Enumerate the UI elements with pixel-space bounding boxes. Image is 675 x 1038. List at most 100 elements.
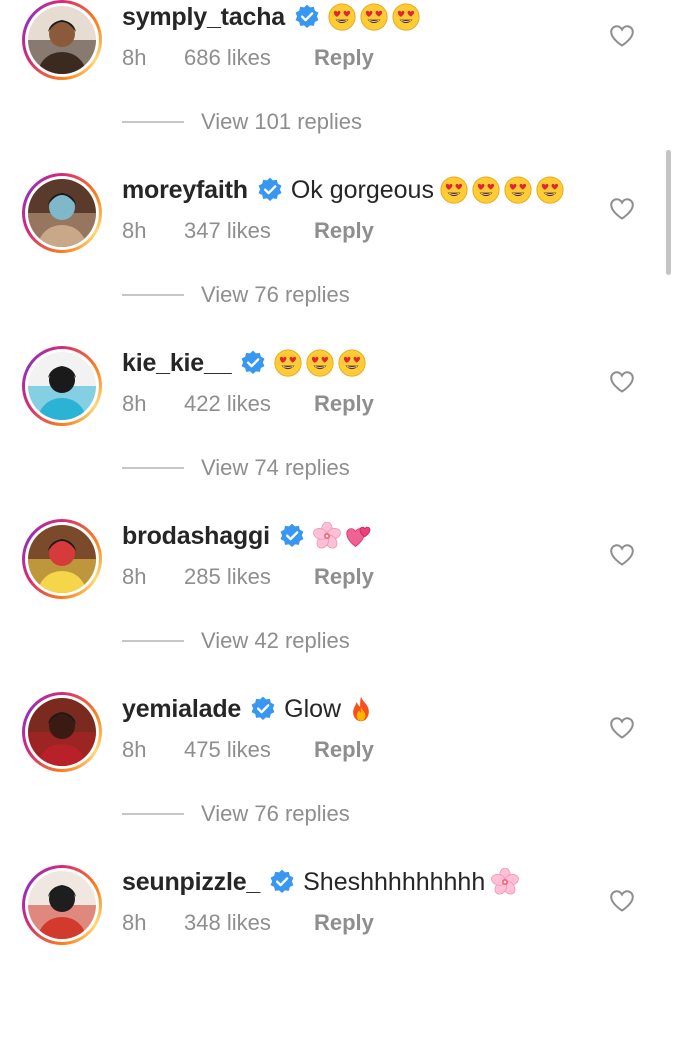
comment-header: symply_tacha <box>122 0 420 34</box>
comment-timestamp: 8h <box>122 218 147 243</box>
comment-meta: 8h 475 likes Reply <box>122 736 374 764</box>
avatar-story-ring[interactable] <box>22 0 102 80</box>
comment-timestamp: 8h <box>122 737 147 762</box>
verified-badge-icon <box>241 350 265 375</box>
reply-button[interactable]: Reply <box>314 564 374 590</box>
comment-timestamp: 8h <box>122 564 147 589</box>
heart-eyes-emoji-icon <box>532 176 564 204</box>
comment-text: Sheshhhhhhhhh <box>303 867 486 896</box>
likes-count[interactable]: 348 likes <box>184 910 314 936</box>
likes-count[interactable]: 686 likes <box>184 45 314 71</box>
username[interactable]: moreyfaith <box>122 176 248 205</box>
comment-meta: 8h 347 likes Reply <box>122 217 374 245</box>
heart-eyes-emoji-icon <box>274 349 302 377</box>
likes-count[interactable]: 285 likes <box>184 564 314 590</box>
comment-meta: 8h 348 likes Reply <box>122 909 374 937</box>
avatar[interactable] <box>28 352 96 420</box>
replies-divider <box>122 640 184 642</box>
comment-header: kie_kie__ <box>122 346 366 380</box>
avatar-story-ring[interactable] <box>22 692 102 772</box>
comment-timestamp: 8h <box>122 45 147 70</box>
avatar[interactable] <box>28 179 96 247</box>
view-replies-button[interactable]: View 101 replies <box>122 108 362 136</box>
comment-item-yemialade: yemialade Glow 8h 475 likes Reply View 7… <box>0 692 675 865</box>
heart-eyes-emoji-icon <box>328 3 356 31</box>
emoji-group <box>328 3 420 31</box>
replies-divider <box>122 813 184 815</box>
comment-header: seunpizzle_ Sheshhhhhhhhh <box>122 865 520 899</box>
verified-badge-icon <box>251 696 275 721</box>
comment-text: Ok gorgeous <box>290 175 434 204</box>
reply-button[interactable]: Reply <box>314 737 374 763</box>
username[interactable]: brodashaggi <box>122 522 270 551</box>
emoji-group <box>347 695 375 723</box>
avatar[interactable] <box>28 525 96 593</box>
scrollbar[interactable] <box>666 150 671 275</box>
reply-button[interactable]: Reply <box>314 218 374 244</box>
reply-button[interactable]: Reply <box>314 910 374 936</box>
comment-meta: 8h 422 likes Reply <box>122 390 374 418</box>
fire-emoji-icon <box>347 695 375 723</box>
emoji-group <box>274 349 366 377</box>
view-replies-button[interactable]: View 74 replies <box>122 454 350 482</box>
avatar-story-ring[interactable] <box>22 173 102 253</box>
username[interactable]: yemialade <box>122 695 241 724</box>
comment-timestamp: 8h <box>122 391 147 416</box>
heart-outline-icon[interactable] <box>609 716 635 740</box>
heart-outline-icon[interactable] <box>609 197 635 221</box>
comment-meta: 8h 686 likes Reply <box>122 44 374 72</box>
heart-eyes-emoji-icon <box>440 176 468 204</box>
heart-outline-icon[interactable] <box>609 889 635 913</box>
heart-outline-icon[interactable] <box>609 370 635 394</box>
replies-divider <box>122 294 184 296</box>
cherry-blossom-emoji-icon <box>312 522 341 550</box>
verified-badge-icon <box>295 4 319 29</box>
verified-badge-icon <box>280 523 304 548</box>
emoji-group <box>440 176 564 204</box>
avatar[interactable] <box>28 6 96 74</box>
replies-divider <box>122 121 184 123</box>
comment-item-seunpizzle_: seunpizzle_ Sheshhhhhhhhh 8h 348 likes R… <box>0 865 675 1038</box>
comment-item-moreyfaith: moreyfaith Ok gorgeous 8h 347 likes Repl… <box>0 173 675 346</box>
likes-count[interactable]: 347 likes <box>184 218 314 244</box>
avatar[interactable] <box>28 698 96 766</box>
view-replies-label[interactable]: View 42 replies <box>201 628 350 654</box>
view-replies-button[interactable]: View 76 replies <box>122 800 350 828</box>
replies-divider <box>122 467 184 469</box>
avatar[interactable] <box>28 871 96 939</box>
heart-outline-icon[interactable] <box>609 543 635 567</box>
comment-text: Glow <box>284 694 342 723</box>
avatar-story-ring[interactable] <box>22 346 102 426</box>
view-replies-label[interactable]: View 76 replies <box>201 282 350 308</box>
likes-count[interactable]: 475 likes <box>184 737 314 763</box>
view-replies-label[interactable]: View 101 replies <box>201 109 362 135</box>
avatar-story-ring[interactable] <box>22 519 102 599</box>
emoji-group <box>491 868 520 896</box>
heart-outline-icon[interactable] <box>609 24 635 48</box>
comment-meta: 8h 285 likes Reply <box>122 563 374 591</box>
view-replies-button[interactable]: View 76 replies <box>122 281 350 309</box>
avatar-story-ring[interactable] <box>22 865 102 945</box>
comment-item-kie_kie__: kie_kie__ 8h 422 likes Reply View 74 rep… <box>0 346 675 519</box>
username[interactable]: symply_tacha <box>122 3 285 32</box>
view-replies-button[interactable]: View 42 replies <box>122 627 350 655</box>
reply-button[interactable]: Reply <box>314 45 374 71</box>
likes-count[interactable]: 422 likes <box>184 391 314 417</box>
verified-badge-icon <box>270 869 294 894</box>
heart-eyes-emoji-icon <box>334 349 366 377</box>
comment-header: brodashaggi <box>122 519 373 553</box>
comment-header: yemialade Glow <box>122 692 375 726</box>
heart-eyes-emoji-icon <box>302 349 334 377</box>
heart-eyes-emoji-icon <box>500 176 532 204</box>
verified-badge-icon <box>258 177 282 202</box>
heart-eyes-emoji-icon <box>468 176 500 204</box>
username[interactable]: kie_kie__ <box>122 349 232 378</box>
view-replies-label[interactable]: View 76 replies <box>201 801 350 827</box>
view-replies-label[interactable]: View 74 replies <box>201 455 350 481</box>
comment-header: moreyfaith Ok gorgeous <box>122 173 564 207</box>
two-hearts-emoji-icon <box>341 522 373 550</box>
reply-button[interactable]: Reply <box>314 391 374 417</box>
username[interactable]: seunpizzle_ <box>122 868 260 897</box>
heart-eyes-emoji-icon <box>388 3 420 31</box>
comment-item-symply_tacha: symply_tacha 8h 686 likes Reply View 101… <box>0 0 675 173</box>
